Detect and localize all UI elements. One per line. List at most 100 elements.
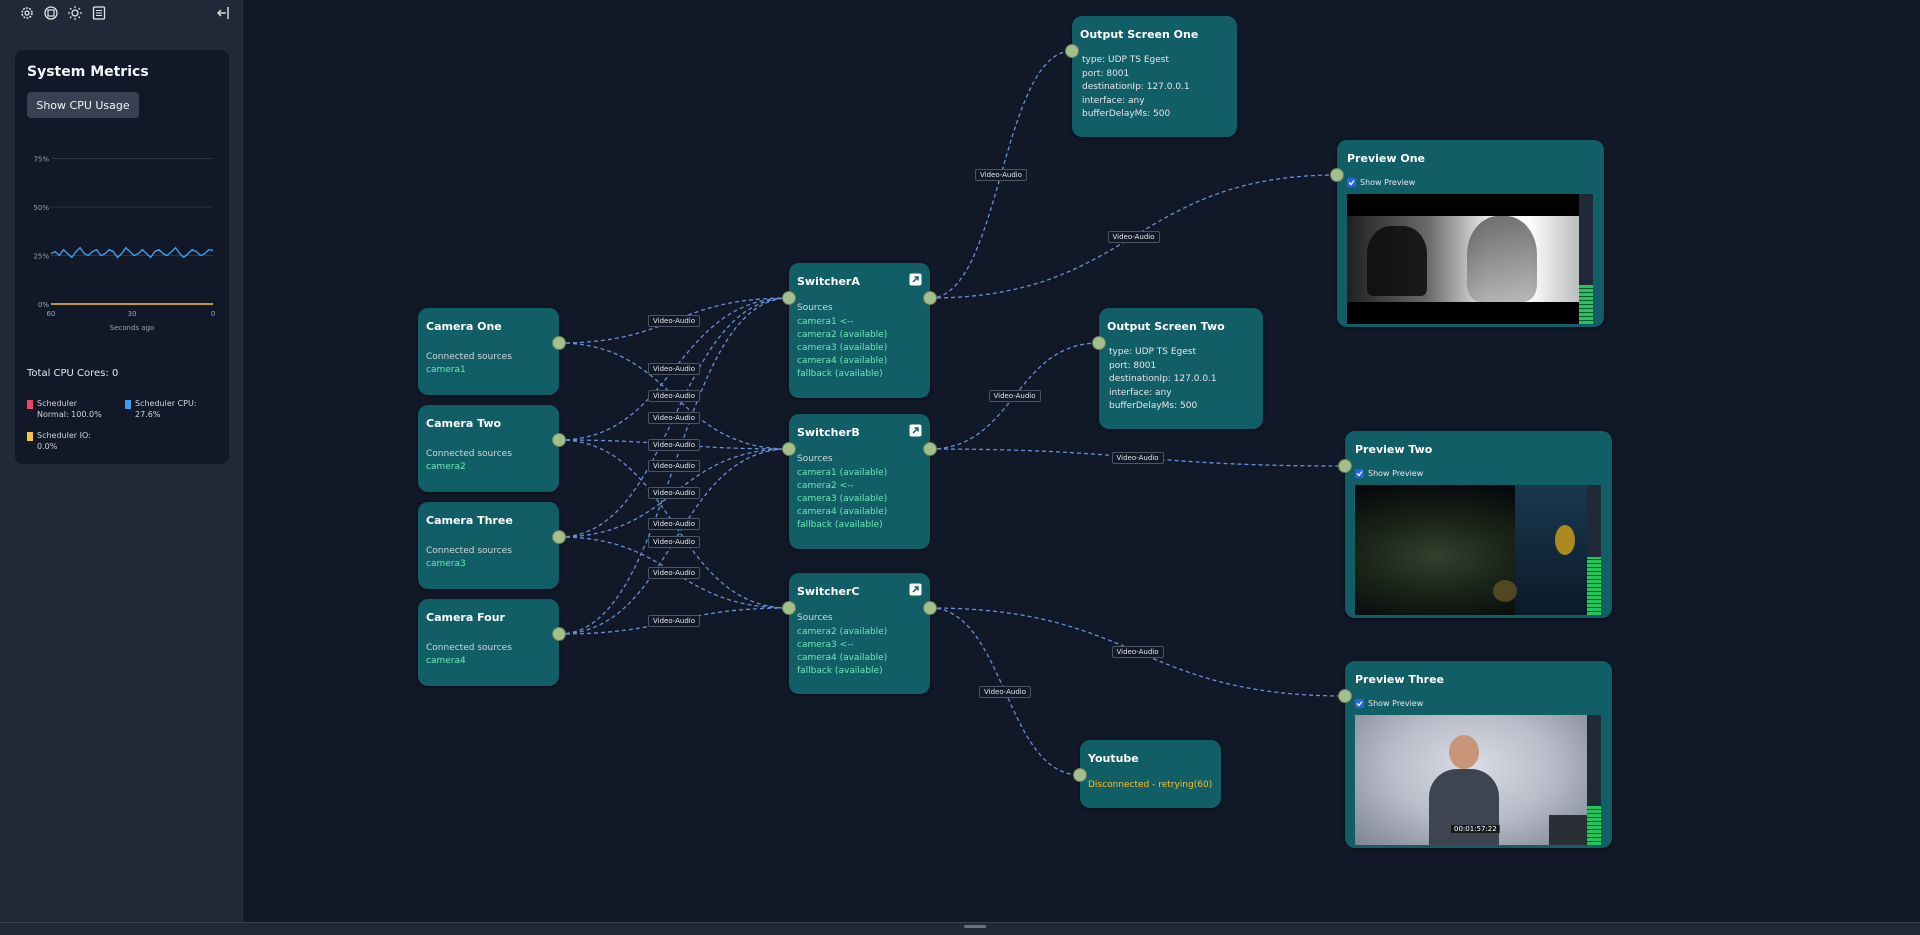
output-destination-ip: destinationIp: 127.0.0.1 bbox=[1109, 374, 1217, 384]
resize-handle[interactable] bbox=[964, 925, 986, 928]
edge-label: Video-Audio bbox=[647, 518, 701, 530]
output-info: type: UDP TS Egest port: 8001 destinatio… bbox=[1109, 346, 1217, 414]
source-item: camera4 (available) bbox=[797, 507, 888, 517]
connection-edges bbox=[558, 50, 1346, 776]
video-stage-light bbox=[1515, 485, 1587, 615]
switcher-a-node[interactable]: SwitcherA Sources camera1 <-- camera2 (a… bbox=[789, 263, 930, 398]
source-list: camera1 <-- camera2 (available) camera3 … bbox=[797, 316, 887, 381]
source-item: camera3 <-- bbox=[797, 640, 854, 650]
connection-handle[interactable] bbox=[1073, 768, 1087, 782]
video-timecode: 00:01:57:22 bbox=[1451, 825, 1500, 833]
external-link-icon[interactable] bbox=[909, 424, 922, 437]
preview-video bbox=[1355, 485, 1587, 615]
node-title: SwitcherB bbox=[797, 426, 860, 439]
node-title: Preview Three bbox=[1355, 673, 1445, 686]
edge-label: Video-Audio bbox=[1111, 451, 1164, 464]
connection-handle[interactable] bbox=[923, 291, 937, 305]
checkbox-label: Show Preview bbox=[1360, 178, 1416, 187]
connected-source: camera2 bbox=[426, 462, 466, 472]
edge-label: Video-Audio bbox=[647, 363, 701, 375]
camera-two-node[interactable]: Camera Two Connected sources camera2 bbox=[418, 405, 559, 492]
external-link-icon[interactable] bbox=[909, 273, 922, 286]
connection-handle[interactable] bbox=[782, 601, 796, 615]
edge-label: Video-Audio bbox=[647, 535, 701, 548]
edge-label: Video-Audio bbox=[647, 566, 701, 579]
source-item: fallback (available) bbox=[797, 520, 883, 530]
video-highlight bbox=[1493, 580, 1517, 602]
audio-level-fill bbox=[1579, 285, 1593, 324]
connection-handle[interactable] bbox=[552, 530, 566, 544]
node-subtitle: Sources bbox=[797, 613, 833, 623]
node-subtitle: Sources bbox=[797, 303, 833, 313]
letterbox-top bbox=[1347, 194, 1579, 216]
video-frame bbox=[1347, 216, 1579, 302]
connection-handle[interactable] bbox=[1330, 168, 1344, 182]
external-link-icon[interactable] bbox=[909, 583, 922, 596]
output-interface: interface: any bbox=[1082, 95, 1145, 106]
node-title: Output Screen One bbox=[1080, 28, 1199, 41]
switcher-b-node[interactable]: SwitcherB Sources camera1 (available) ca… bbox=[789, 414, 930, 549]
camera-one-node[interactable]: Camera One Connected sources camera1 bbox=[418, 308, 559, 395]
output-port: port: 8001 bbox=[1082, 68, 1130, 79]
connection-handle[interactable] bbox=[782, 442, 796, 456]
node-title: Camera Four bbox=[426, 611, 505, 624]
audio-level-meter bbox=[1579, 194, 1593, 324]
node-title: SwitcherA bbox=[797, 275, 860, 288]
node-title: Preview Two bbox=[1355, 443, 1433, 456]
connection-handle[interactable] bbox=[1092, 336, 1106, 350]
node-title: Preview One bbox=[1347, 152, 1425, 165]
output-screen-two-node[interactable]: Output Screen Two type: UDP TS Egest por… bbox=[1099, 308, 1263, 429]
preview-video: 00:01:57:22 bbox=[1355, 715, 1587, 845]
source-item: fallback (available) bbox=[797, 666, 883, 676]
source-item: camera3 (available) bbox=[797, 343, 888, 353]
edge-label: Video-Audio bbox=[1111, 646, 1164, 658]
edge-label: Video-Audio bbox=[988, 390, 1041, 402]
camera-three-node[interactable]: Camera Three Connected sources camera3 bbox=[418, 502, 559, 589]
connection-handle[interactable] bbox=[552, 433, 566, 447]
source-item: camera3 (available) bbox=[797, 494, 888, 504]
output-buffer-delay: bufferDelayMs: 500 bbox=[1109, 401, 1198, 411]
edge-label: Video-Audio bbox=[647, 314, 701, 327]
switcher-c-node[interactable]: SwitcherC Sources camera2 (available) ca… bbox=[789, 573, 930, 694]
audio-level-fill bbox=[1587, 556, 1601, 615]
edge-label: Video-Audio bbox=[647, 390, 701, 402]
source-item: camera4 (available) bbox=[797, 653, 888, 663]
node-subtitle: Connected sources bbox=[426, 449, 512, 459]
youtube-node[interactable]: Youtube Disconnected - retrying(60) bbox=[1080, 740, 1221, 808]
connected-source: camera3 bbox=[426, 559, 466, 569]
checkmark-icon bbox=[1347, 178, 1356, 187]
source-item: camera1 <-- bbox=[797, 317, 854, 327]
audio-level-meter bbox=[1587, 715, 1601, 845]
show-preview-checkbox[interactable]: Show Preview bbox=[1355, 699, 1423, 708]
audio-level-meter bbox=[1587, 485, 1601, 615]
show-preview-checkbox[interactable]: Show Preview bbox=[1355, 469, 1423, 478]
connection-handle[interactable] bbox=[1338, 689, 1352, 703]
edge-label: Video-Audio bbox=[647, 487, 701, 499]
camera-four-node[interactable]: Camera Four Connected sources camera4 bbox=[418, 599, 559, 686]
source-item: camera4 (available) bbox=[797, 356, 888, 366]
source-list: camera1 (available) camera2 <-- camera3 … bbox=[797, 467, 887, 532]
source-item: fallback (available) bbox=[797, 369, 883, 379]
node-title: Output Screen Two bbox=[1107, 320, 1225, 333]
checkbox-label: Show Preview bbox=[1368, 699, 1424, 708]
edge-label: Video-Audio bbox=[978, 685, 1032, 698]
show-preview-checkbox[interactable]: Show Preview bbox=[1347, 178, 1415, 187]
connection-handle[interactable] bbox=[782, 291, 796, 305]
connection-handle[interactable] bbox=[552, 336, 566, 350]
connection-handle[interactable] bbox=[1065, 44, 1079, 58]
connection-handle[interactable] bbox=[552, 627, 566, 641]
connection-handle[interactable] bbox=[923, 442, 937, 456]
preview-one-node[interactable]: Preview One Show Preview bbox=[1337, 140, 1604, 327]
preview-two-node[interactable]: Preview Two Show Preview bbox=[1345, 431, 1612, 618]
preview-three-node[interactable]: Preview Three Show Preview 00:01:57:22 bbox=[1345, 661, 1612, 848]
connection-handle[interactable] bbox=[1338, 459, 1352, 473]
connected-source: camera4 bbox=[426, 656, 466, 666]
checkmark-icon bbox=[1355, 699, 1364, 708]
node-subtitle: Connected sources bbox=[426, 352, 512, 362]
connection-handle[interactable] bbox=[923, 601, 937, 615]
output-screen-one-node[interactable]: Output Screen One type: UDP TS Egest por… bbox=[1072, 16, 1237, 137]
output-port: port: 8001 bbox=[1109, 360, 1157, 371]
edge-label: Video-Audio bbox=[647, 615, 701, 627]
source-list: camera2 (available) camera3 <-- camera4 … bbox=[797, 626, 887, 678]
connected-source: camera1 bbox=[426, 365, 466, 375]
